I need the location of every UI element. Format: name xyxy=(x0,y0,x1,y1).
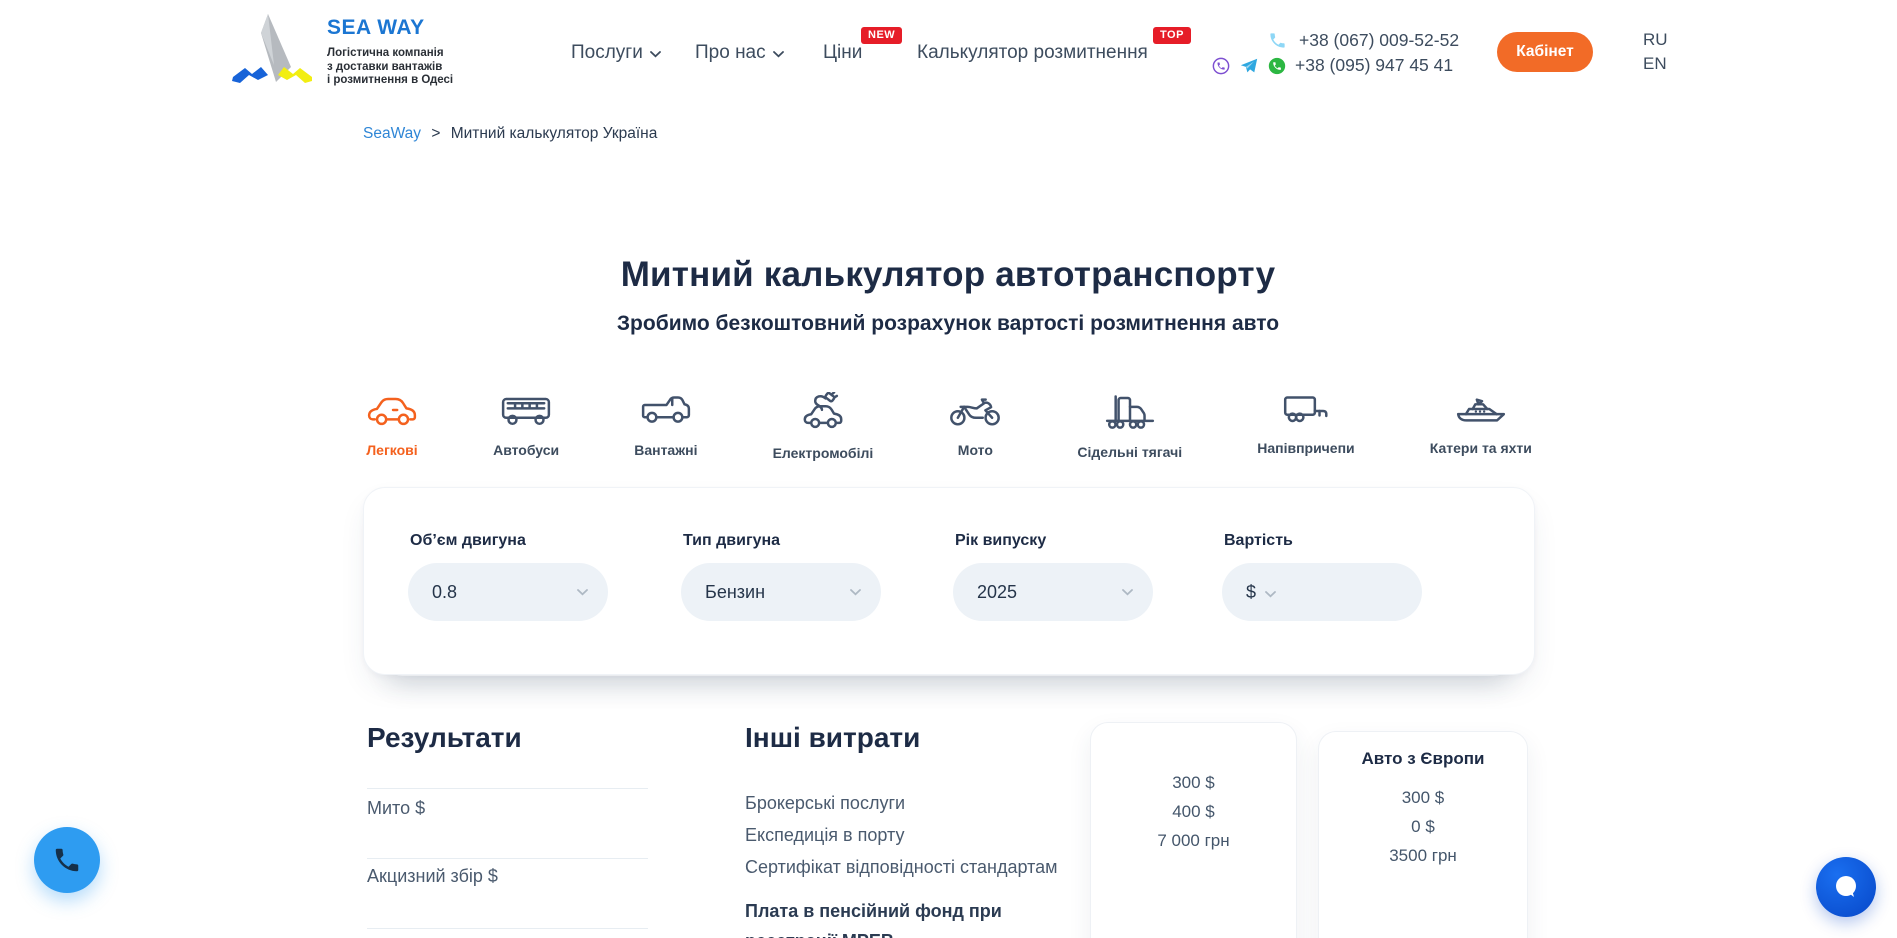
telegram-icon[interactable] xyxy=(1239,56,1259,76)
price-value: 400 $ xyxy=(1091,797,1296,826)
field-label: Вартість xyxy=(1224,532,1422,550)
new-badge: NEW xyxy=(861,27,902,44)
result-row-duty: Мито $ xyxy=(367,798,425,819)
currency-select[interactable]: $ xyxy=(1246,582,1256,603)
nav-item-services[interactable]: Послуги xyxy=(571,42,661,64)
vehicle-type-tabs: Легкові Автобуси Вантажні xyxy=(366,392,1532,461)
nav-item-prices[interactable]: Ціни xyxy=(823,42,862,64)
tab-electric-cars[interactable]: Електромобілі xyxy=(773,392,874,461)
cost-item-port: Експедиція в порту xyxy=(745,825,904,846)
chat-icon xyxy=(1831,872,1861,902)
year-select[interactable]: 2025 xyxy=(953,563,1153,621)
phone-number-2[interactable]: +38 (095) 947 45 41 xyxy=(1295,55,1453,76)
field-engine-type: Тип двигуна Бензин xyxy=(681,532,881,621)
brand-name[interactable]: SEA WAY xyxy=(327,16,453,40)
tab-semi-trucks[interactable]: Сідельні тягачі xyxy=(1077,392,1182,461)
tab-moto[interactable]: Мото xyxy=(948,392,1002,461)
price-card-europe: Авто з Європи 300 $ 0 $ 3500 грн xyxy=(1318,731,1528,938)
chevron-down-icon xyxy=(577,589,588,596)
floating-chat-button[interactable] xyxy=(1816,857,1876,917)
field-price: Вартість $ xyxy=(1222,532,1422,621)
page-title: Митний калькулятор автотранспорту xyxy=(363,255,1533,295)
lang-en[interactable]: EN xyxy=(1643,52,1668,76)
price-value: 7 000 грн xyxy=(1091,826,1296,855)
field-label: Об’єм двигуна xyxy=(410,532,608,550)
field-engine-volume: Об’єм двигуна 0.8 xyxy=(408,532,608,621)
phone-number-1[interactable]: +38 (067) 009-52-52 xyxy=(1299,30,1459,51)
engine-volume-select[interactable]: 0.8 xyxy=(408,563,608,621)
brand-tagline: Логістична компанія з доставки вантажів … xyxy=(327,47,453,88)
cost-item-broker: Брокерські послуги xyxy=(745,793,905,814)
divider xyxy=(367,928,648,929)
breadcrumb-separator: > xyxy=(431,125,440,142)
cabinet-button[interactable]: Кабінет xyxy=(1497,32,1593,72)
divider xyxy=(367,858,648,859)
results-title: Результати xyxy=(367,722,522,754)
price-value: 300 $ xyxy=(1091,768,1296,797)
cost-item-pension-fund: Плата в пенсійний фонд при реєстрації МР… xyxy=(745,896,1065,938)
tab-cars[interactable]: Легкові xyxy=(366,392,418,461)
viber-icon[interactable] xyxy=(1211,56,1231,76)
chevron-down-icon xyxy=(1265,591,1276,598)
breadcrumb: SeaWay > Митний калькулятор Україна xyxy=(363,125,657,143)
page-subtitle: Зробимо безкоштовний розрахунок вартості… xyxy=(363,312,1533,336)
floating-call-button[interactable] xyxy=(34,827,100,893)
motorcycle-icon xyxy=(948,392,1002,429)
chevron-down-icon xyxy=(850,589,861,596)
field-label: Рік випуску xyxy=(955,532,1153,550)
lang-ru[interactable]: RU xyxy=(1643,28,1668,52)
tab-semi-trailers[interactable]: Напівпричепи xyxy=(1257,392,1354,461)
nav-item-customs-calculator[interactable]: Калькулятор розмитнення xyxy=(917,42,1148,64)
header: SEA WAY Логістична компанія з доставки в… xyxy=(0,0,1897,104)
electric-car-icon xyxy=(797,392,849,432)
seaway-logo-icon[interactable] xyxy=(218,5,314,91)
field-label: Тип двигуна xyxy=(683,532,881,550)
tab-boats-yachts[interactable]: Катери та яхти xyxy=(1430,392,1532,461)
contact-row-2: +38 (095) 947 45 41 xyxy=(1211,55,1453,76)
language-switcher: RU EN xyxy=(1643,28,1668,76)
nav-item-about[interactable]: Про нас xyxy=(695,42,784,64)
truck-icon xyxy=(640,392,692,429)
bus-icon xyxy=(500,392,552,429)
semi-truck-icon xyxy=(1103,392,1157,431)
trailer-icon xyxy=(1280,392,1332,427)
price-value: 300 $ xyxy=(1319,783,1527,812)
chevron-down-icon xyxy=(650,51,661,58)
price-field: $ xyxy=(1222,563,1422,621)
price-card-title: Авто з Європи xyxy=(1319,749,1527,769)
top-badge: TOP xyxy=(1153,27,1191,44)
page: SEA WAY Логістична компанія з доставки в… xyxy=(0,0,1897,938)
calculator-form-card: Об’єм двигуна 0.8 Тип двигуна Бензин Рік… xyxy=(363,487,1535,675)
breadcrumb-current: Митний калькулятор Україна xyxy=(451,125,658,142)
price-input[interactable] xyxy=(1286,581,1402,604)
other-costs-title: Інші витрати xyxy=(745,722,920,754)
contact-row-1: +38 (067) 009-52-52 xyxy=(1268,30,1459,51)
whatsapp-icon[interactable] xyxy=(1267,56,1287,76)
chevron-down-icon xyxy=(773,51,784,58)
tab-trucks[interactable]: Вантажні xyxy=(634,392,697,461)
car-icon xyxy=(366,392,418,429)
chevron-down-icon xyxy=(1122,589,1133,596)
price-value: 0 $ xyxy=(1319,812,1527,841)
price-value: 3500 грн xyxy=(1319,841,1527,870)
yacht-icon xyxy=(1453,392,1509,427)
tab-buses[interactable]: Автобуси xyxy=(493,392,559,461)
field-year: Рік випуску 2025 xyxy=(953,532,1153,621)
phone-icon xyxy=(52,845,82,875)
price-card-general: 300 $ 400 $ 7 000 грн xyxy=(1090,722,1297,938)
divider xyxy=(367,788,648,789)
brand-text: SEA WAY Логістична компанія з доставки в… xyxy=(327,16,453,88)
engine-type-select[interactable]: Бензин xyxy=(681,563,881,621)
cost-item-certificate: Сертифікат відповідності стандартам xyxy=(745,857,1058,878)
breadcrumb-home-link[interactable]: SeaWay xyxy=(363,125,421,142)
result-row-excise: Акцизний збір $ xyxy=(367,866,498,887)
phone-icon xyxy=(1268,31,1287,50)
